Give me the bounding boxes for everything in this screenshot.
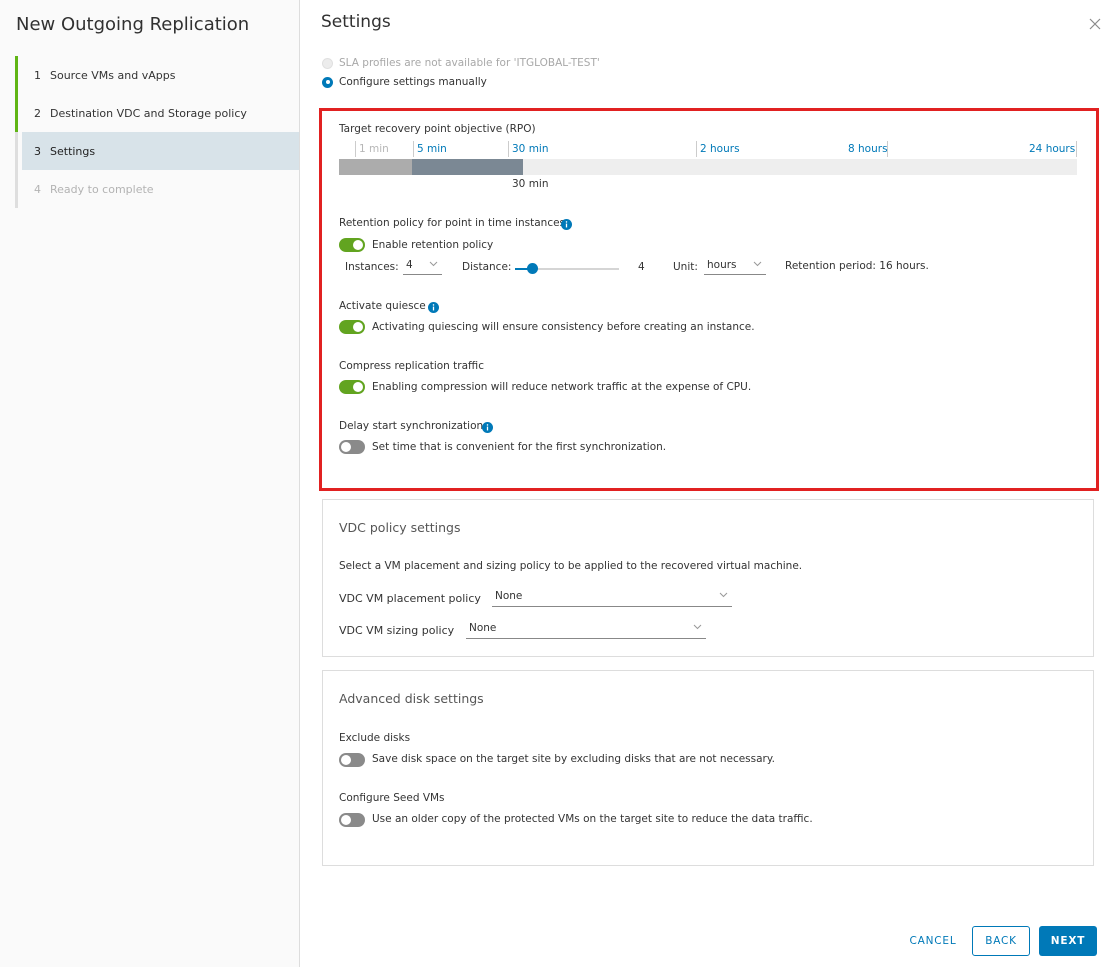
- close-icon[interactable]: [1087, 16, 1103, 32]
- placement-policy-select[interactable]: None: [492, 590, 732, 607]
- radio-button: [322, 57, 333, 69]
- step-number: 1: [34, 68, 41, 82]
- toggle-knob: [341, 755, 351, 765]
- compress-toggle-label: Enabling compression will reduce network…: [372, 381, 752, 393]
- rpo-label: Target recovery point objective (RPO): [339, 123, 536, 135]
- step-label: Destination VDC and Storage policy: [50, 106, 247, 120]
- wizard-sidebar: New Outgoing Replication 1 Source VMs an…: [0, 0, 300, 967]
- chevron-down-icon: [693, 624, 702, 630]
- configure-manually-radio[interactable]: Configure settings manually: [322, 76, 487, 88]
- chevron-down-icon: [719, 592, 728, 598]
- rpo-slider-min-segment: [339, 159, 412, 175]
- exclude-disks-toggle-label: Save disk space on the target site by ex…: [372, 753, 775, 765]
- wizard-step-source[interactable]: 1 Source VMs and vApps: [15, 56, 299, 94]
- placement-policy-value: None: [495, 590, 523, 602]
- sizing-policy-value: None: [469, 622, 497, 634]
- seed-vms-label: Configure Seed VMs: [339, 792, 445, 804]
- toggle-knob: [353, 382, 363, 392]
- quiesce-toggle[interactable]: [339, 320, 365, 334]
- compress-toggle[interactable]: [339, 380, 365, 394]
- instances-select[interactable]: 4: [403, 259, 442, 275]
- delay-toggle[interactable]: [339, 440, 365, 454]
- rpo-slider-selected-segment[interactable]: [412, 159, 523, 175]
- step-number: 3: [34, 144, 41, 158]
- back-button[interactable]: BACK: [972, 926, 1030, 956]
- settings-panel: Settings SLA profiles are not available …: [300, 0, 1111, 967]
- compress-label: Compress replication traffic: [339, 360, 484, 372]
- distance-label: Distance:: [462, 261, 512, 273]
- rpo-tick[interactable]: 1 min: [355, 141, 389, 157]
- step-number: 2: [34, 106, 41, 120]
- wizard-step-settings[interactable]: 3 Settings: [15, 132, 299, 170]
- radio-button[interactable]: [322, 76, 333, 88]
- toggle-knob: [353, 322, 363, 332]
- chevron-down-icon: [429, 261, 438, 267]
- wizard-step-destination[interactable]: 2 Destination VDC and Storage policy: [15, 94, 299, 132]
- step-indicator: [15, 56, 18, 94]
- wizard-step-ready: 4 Ready to complete: [15, 170, 299, 208]
- step-label: Source VMs and vApps: [50, 68, 176, 82]
- distance-value: 4: [638, 261, 645, 273]
- next-button[interactable]: NEXT: [1039, 926, 1097, 956]
- wizard-title: New Outgoing Replication: [16, 14, 250, 35]
- toggle-knob: [353, 240, 363, 250]
- rpo-tick[interactable]: 2 hours: [696, 141, 740, 157]
- vdc-policy-card: VDC policy settings Select a VM placemen…: [322, 499, 1094, 657]
- rpo-ticks: 1 min 5 min 30 min 2 hours 8 hours 24 ho…: [339, 141, 1077, 157]
- exclude-disks-label: Exclude disks: [339, 732, 411, 744]
- step-indicator: [15, 94, 18, 132]
- quiesce-toggle-label: Activating quiescing will ensure consist…: [372, 321, 755, 333]
- toggle-knob: [341, 442, 351, 452]
- retention-toggle-label: Enable retention policy: [372, 239, 494, 251]
- retention-toggle[interactable]: [339, 238, 365, 252]
- rpo-tick[interactable]: 24 hours: [1026, 141, 1075, 157]
- unit-select[interactable]: hours: [704, 259, 766, 275]
- step-label: Settings: [50, 144, 96, 158]
- seed-vms-toggle[interactable]: [339, 813, 365, 827]
- exclude-disks-toggle[interactable]: [339, 753, 365, 767]
- step-number: 4: [34, 182, 41, 196]
- step-label: Ready to complete: [50, 182, 154, 196]
- rpo-tick[interactable]: 5 min: [413, 141, 447, 157]
- advanced-disk-card: Advanced disk settings Exclude disks Sav…: [322, 670, 1094, 866]
- quiesce-label: Activate quiesce: [339, 300, 426, 312]
- info-icon[interactable]: [482, 422, 493, 433]
- vdc-policy-title: VDC policy settings: [339, 520, 461, 535]
- page-title: Settings: [321, 12, 391, 32]
- chevron-down-icon: [753, 261, 762, 267]
- sla-profile-label: SLA profiles are not available for 'ITGL…: [339, 57, 600, 69]
- step-indicator: [15, 170, 18, 208]
- unit-value: hours: [707, 259, 737, 271]
- advanced-disk-title: Advanced disk settings: [339, 691, 484, 706]
- retention-period-text: Retention period: 16 hours.: [785, 260, 929, 272]
- step-indicator: [15, 132, 18, 170]
- delay-toggle-label: Set time that is convenient for the firs…: [372, 441, 667, 453]
- rpo-value: 30 min: [512, 178, 549, 190]
- distance-slider-handle[interactable]: [527, 263, 538, 274]
- wizard-steps: 1 Source VMs and vApps 2 Destination VDC…: [15, 56, 299, 208]
- cancel-button[interactable]: CANCEL: [900, 926, 966, 956]
- rpo-tick-divider: [887, 141, 888, 157]
- info-icon[interactable]: [561, 219, 572, 230]
- rpo-tick[interactable]: 8 hours: [844, 141, 888, 157]
- toggle-knob: [341, 815, 351, 825]
- placement-policy-label: VDC VM placement policy: [339, 592, 481, 605]
- rpo-tick-divider: [1076, 141, 1077, 157]
- unit-label: Unit:: [673, 261, 698, 273]
- retention-label: Retention policy for point in time insta…: [339, 217, 566, 229]
- sizing-policy-label: VDC VM sizing policy: [339, 624, 455, 637]
- instances-label: Instances:: [345, 261, 399, 273]
- seed-vms-toggle-label: Use an older copy of the protected VMs o…: [372, 813, 813, 825]
- rpo-slider[interactable]: [339, 159, 1077, 175]
- configure-manually-label: Configure settings manually: [339, 76, 487, 88]
- instances-value: 4: [406, 259, 413, 271]
- delay-label: Delay start synchronization: [339, 420, 484, 432]
- vdc-policy-description: Select a VM placement and sizing policy …: [339, 560, 803, 572]
- sizing-policy-select[interactable]: None: [466, 622, 706, 639]
- info-icon[interactable]: [428, 302, 439, 313]
- sla-profile-radio: SLA profiles are not available for 'ITGL…: [322, 57, 600, 69]
- rpo-tick[interactable]: 30 min: [508, 141, 549, 157]
